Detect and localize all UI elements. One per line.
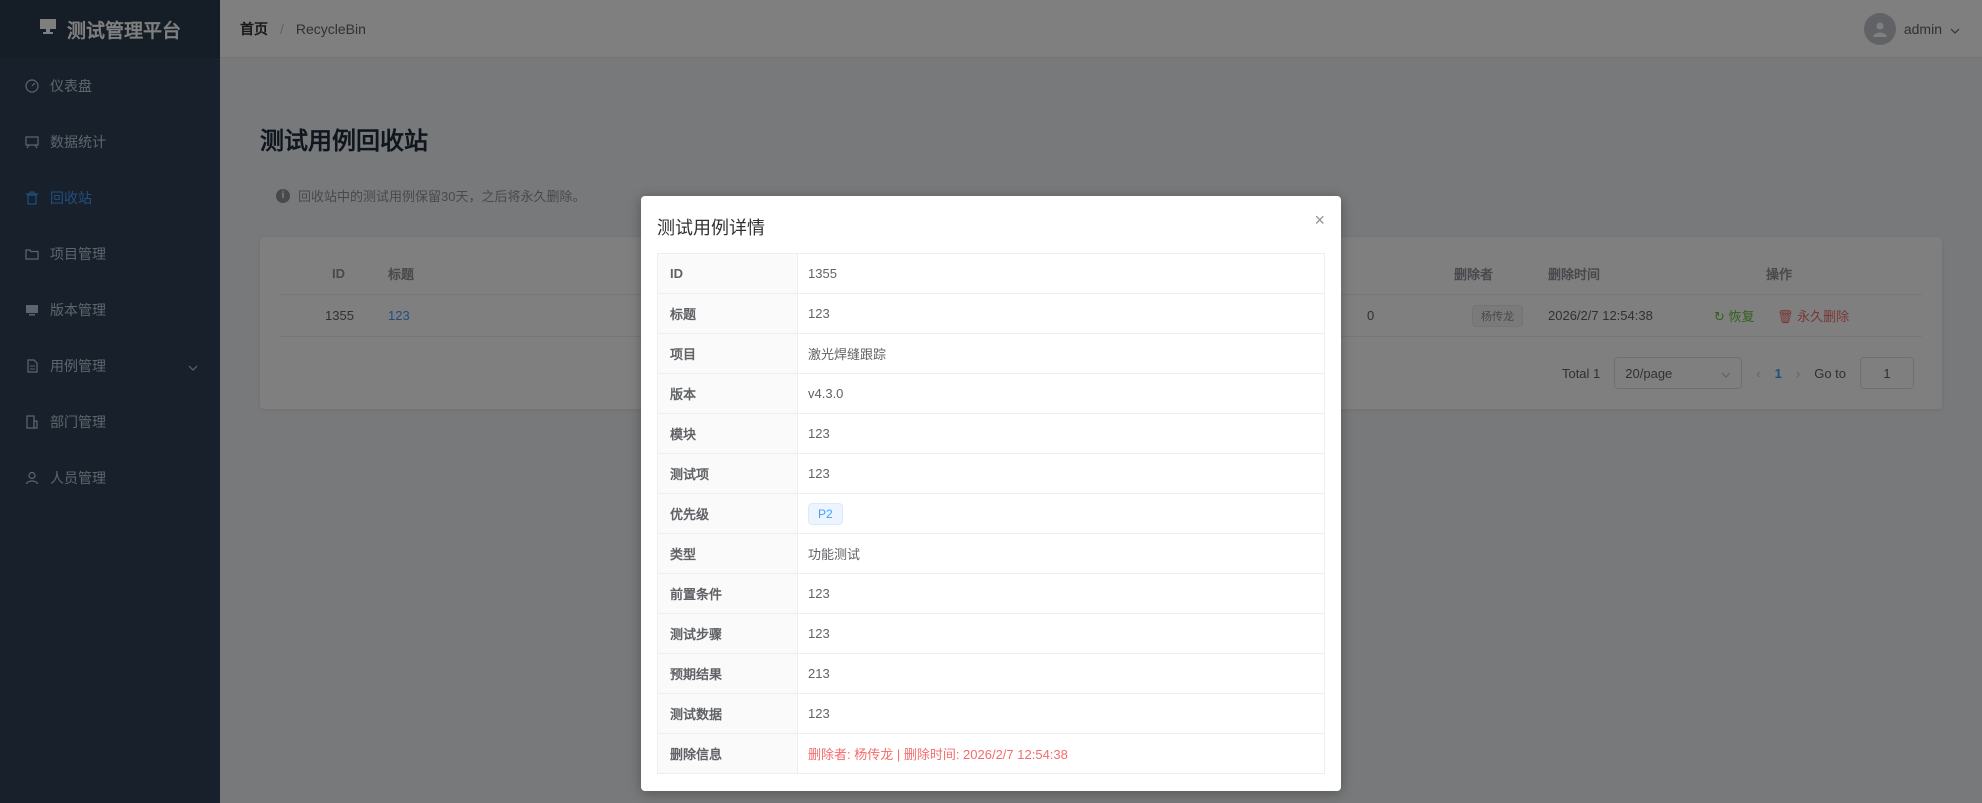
detail-row-project: 项目 激光焊缝跟踪 [658, 334, 1324, 374]
detail-row-test-data: 测试数据 123 [658, 694, 1324, 734]
dialog-title: 测试用例详情 [657, 218, 765, 238]
detail-table: ID 1355 标题 123 项目 激光焊缝跟踪 版本 v4.3.0 模块 123 测试项… [657, 253, 1325, 774]
detail-row-steps: 测试步骤 123 [658, 614, 1324, 654]
priority-tag: P2 [808, 502, 843, 525]
detail-row-module: 模块 123 [658, 414, 1324, 454]
detail-row-type: 类型 功能测试 [658, 534, 1324, 574]
detail-row-version: 版本 v4.3.0 [658, 374, 1324, 414]
detail-row-expected: 预期结果 213 [658, 654, 1324, 694]
case-detail-dialog: 测试用例详情 × ID 1355 标题 123 项目 激光焊缝跟踪 版本 v4.3.0 … [641, 196, 1341, 791]
detail-row-precondition: 前置条件 123 [658, 574, 1324, 614]
detail-row-test-item: 测试项 123 [658, 454, 1324, 494]
close-icon[interactable]: × [1314, 210, 1325, 231]
detail-row-delete-info: 删除信息 删除者: 杨传龙 | 删除时间: 2026/2/7 12:54:38 [658, 734, 1324, 774]
detail-row-id: ID 1355 [658, 254, 1324, 294]
detail-row-title: 标题 123 [658, 294, 1324, 334]
detail-row-priority: 优先级 P2 [658, 494, 1324, 534]
